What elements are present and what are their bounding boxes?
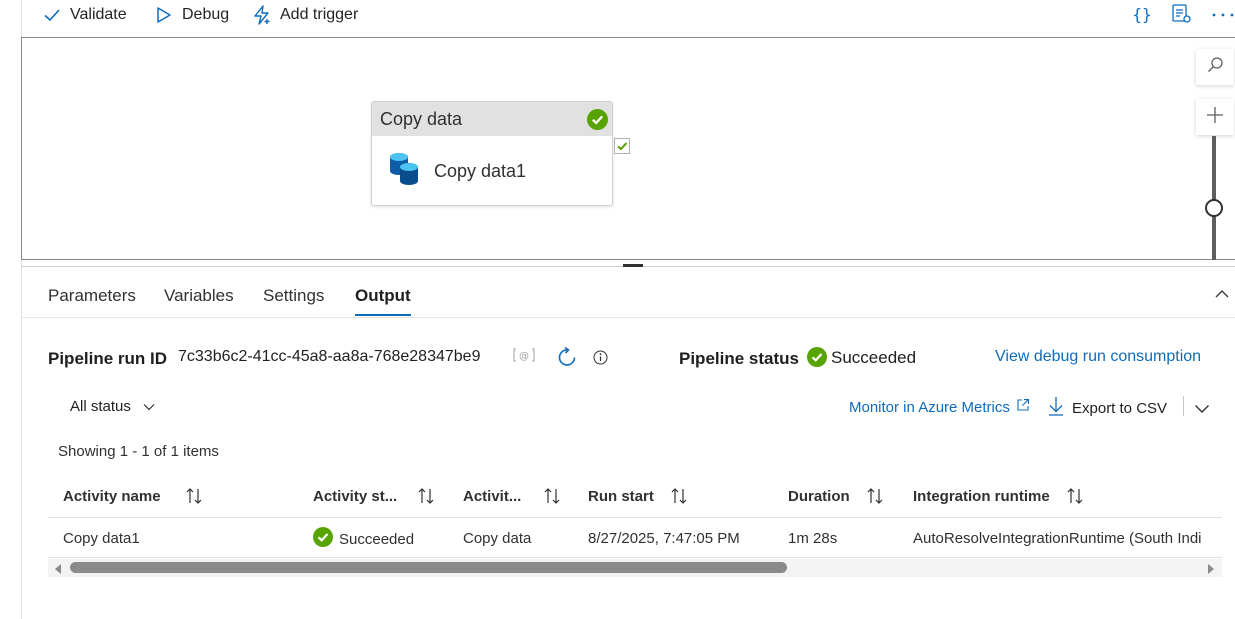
tab-variables[interactable]: Variables [164, 286, 234, 306]
copy-data-icon [388, 151, 420, 192]
success-check-icon [313, 527, 333, 551]
items-count-text: Showing 1 - 1 of 1 items [58, 443, 219, 460]
column-activity-status[interactable]: Activity st... [313, 487, 435, 505]
column-label: Integration runtime [913, 487, 1050, 505]
column-label: Activity name [63, 487, 161, 505]
copy-data-activity[interactable]: Copy data Copy data1 [371, 101, 613, 206]
sort-icon[interactable] [417, 487, 435, 505]
play-icon [154, 5, 174, 25]
scroll-right-icon[interactable] [1206, 562, 1216, 580]
info-icon[interactable] [593, 350, 608, 370]
splitter-handle[interactable] [623, 264, 643, 267]
column-integration-runtime[interactable]: Integration runtime [913, 487, 1084, 505]
tab-parameters[interactable]: Parameters [48, 286, 136, 306]
external-link-icon [1016, 398, 1030, 416]
download-icon [1048, 396, 1064, 420]
debug-button[interactable]: Debug [154, 3, 229, 27]
status-filter-label: All status [70, 398, 131, 415]
on-success-handle[interactable] [614, 138, 630, 154]
status-text: Succeeded [339, 530, 415, 548]
monitor-azure-metrics-link[interactable]: Monitor in Azure Metrics [849, 398, 1030, 416]
more-options-icon[interactable] [1211, 3, 1235, 25]
collapse-panel-icon[interactable] [1214, 287, 1230, 305]
tabs-divider [21, 317, 1235, 318]
pipeline-run-id-label: Pipeline run ID [48, 349, 168, 368]
cell-run-start: 8/27/2025, 7:47:05 PM [588, 530, 740, 547]
check-icon [42, 5, 62, 25]
cell-activity-status: Succeeded [313, 527, 414, 551]
svg-text:@: @ [519, 351, 529, 362]
pipeline-run-id-value: 7c33b6c2-41cc-45a8-aa8a-768e28347be9 [178, 348, 481, 365]
activity-header: Copy data [372, 102, 612, 136]
column-duration[interactable]: Duration [788, 487, 884, 505]
cell-duration: 1m 28s [788, 530, 838, 547]
validate-button[interactable]: Validate [42, 3, 127, 27]
column-activity-name[interactable]: Activity name [63, 487, 203, 505]
add-trigger-label: Add trigger [280, 6, 359, 23]
plus-icon [1206, 106, 1224, 129]
cell-activity-type: Copy data [463, 530, 532, 547]
scrollbar-thumb[interactable] [70, 562, 787, 573]
refresh-icon[interactable] [556, 346, 579, 374]
search-canvas-button[interactable] [1196, 49, 1234, 85]
tab-output[interactable]: Output [355, 286, 411, 316]
sort-icon[interactable] [185, 487, 203, 505]
lightning-icon [252, 5, 272, 25]
zoom-slider-track[interactable] [1212, 136, 1216, 260]
scroll-left-icon[interactable] [53, 562, 63, 580]
tab-settings[interactable]: Settings [263, 286, 324, 306]
export-csv-label: Export to CSV [1072, 399, 1168, 417]
status-success-icon [807, 347, 827, 372]
chevron-down-icon [143, 398, 155, 415]
cell-integration-runtime: AutoResolveIntegrationRuntime (South Ind… [913, 530, 1202, 547]
search-icon [1206, 56, 1224, 79]
sort-icon[interactable] [866, 487, 884, 505]
sort-icon[interactable] [1066, 487, 1084, 505]
export-csv-button[interactable]: Export to CSV [1048, 396, 1167, 420]
success-check-icon [587, 109, 608, 135]
monitor-link-label: Monitor in Azure Metrics [849, 398, 1010, 416]
add-trigger-button[interactable]: Add trigger [252, 3, 358, 27]
properties-icon[interactable] [1171, 3, 1193, 25]
column-label: Duration [788, 487, 850, 505]
column-label: Run start [588, 487, 654, 505]
cell-activity-name[interactable]: Copy data1 [63, 530, 140, 547]
zoom-in-button[interactable] [1196, 99, 1234, 135]
status-filter-dropdown[interactable]: All status [70, 398, 155, 415]
pipeline-status-label: Pipeline status [679, 349, 799, 368]
pipeline-status-value: Succeeded [831, 348, 917, 367]
column-activity-type[interactable]: Activit... [463, 487, 561, 505]
view-debug-consumption-link[interactable]: View debug run consumption [995, 348, 1201, 366]
sort-icon[interactable] [543, 487, 561, 505]
activity-name-label: Copy data1 [434, 161, 527, 181]
sort-icon[interactable] [670, 487, 688, 505]
column-label: Activity st... [313, 487, 398, 505]
code-braces-icon[interactable]: {} [1131, 3, 1153, 25]
row-divider [48, 557, 1222, 558]
copy-id-icon[interactable]: @ [513, 348, 535, 367]
activity-type-label: Copy data [380, 108, 463, 129]
validate-label: Validate [70, 6, 127, 23]
column-label: Activit... [463, 487, 522, 505]
more-actions-chevron-icon[interactable] [1194, 401, 1210, 419]
zoom-slider-thumb[interactable] [1205, 199, 1223, 217]
debug-label: Debug [182, 6, 230, 23]
toolbar-separator [1183, 396, 1184, 416]
column-run-start[interactable]: Run start [588, 487, 688, 505]
